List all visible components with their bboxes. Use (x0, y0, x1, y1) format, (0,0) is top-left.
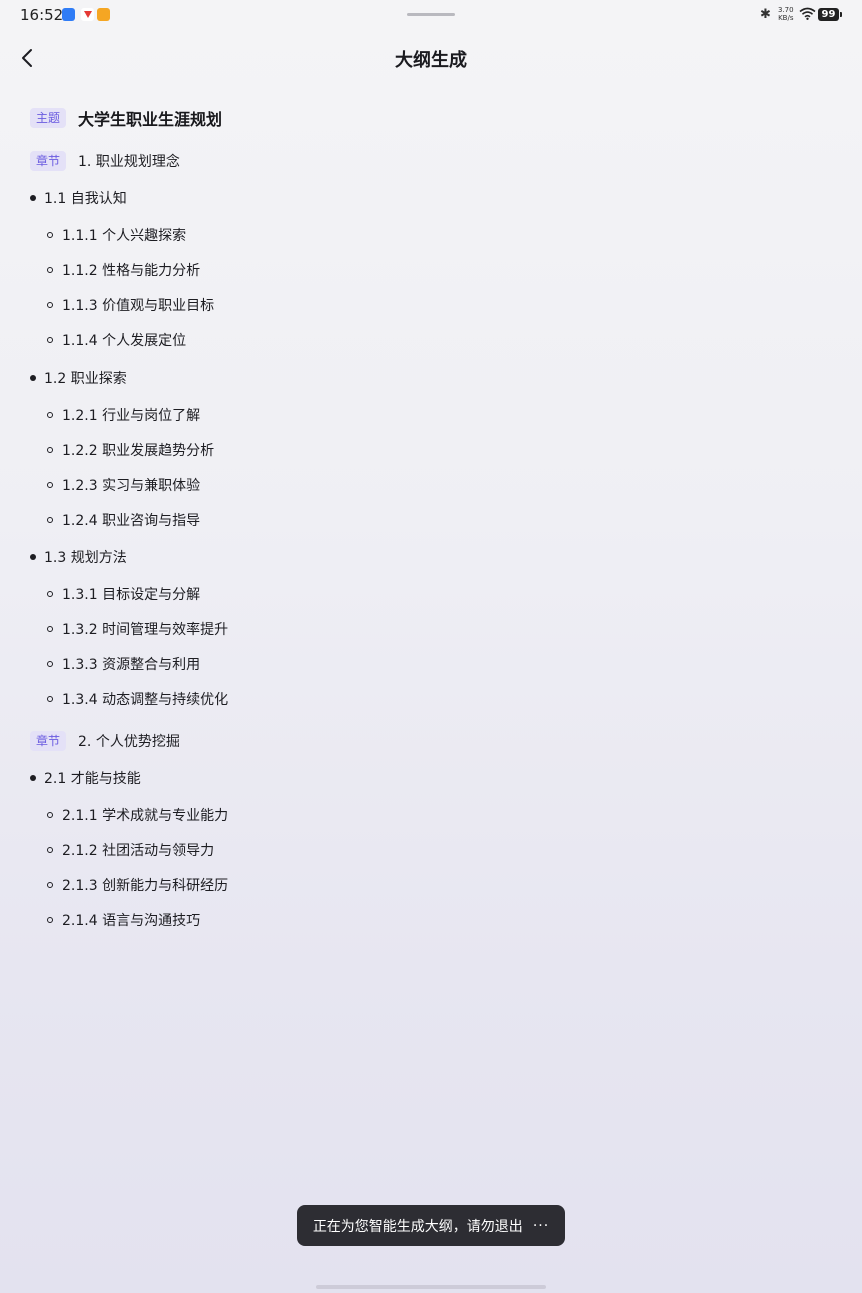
bullet-circle-icon (47, 447, 53, 453)
topic-tag: 主题 (30, 108, 67, 128)
subsection-title: 1.3.1 目标设定与分解 (62, 587, 201, 603)
outline-subsection: 1.3.1 目标设定与分解 (47, 582, 200, 606)
subsection-title: 2.1.4 语言与沟通技巧 (62, 913, 201, 929)
bullet-dot-icon (30, 554, 36, 560)
outline-section: 1.2 职业探索 (30, 366, 127, 390)
outline-subsection: 2.1.1 学术成就与专业能力 (47, 803, 228, 827)
status-bar: 16:52 ✱ 3.70 KB/s 99 (0, 0, 862, 30)
toast-message: 正在为您智能生成大纲，请勿退出 (312, 1218, 523, 1235)
bullet-circle-icon (47, 302, 53, 308)
subsection-title: 1.2.2 职业发展趋势分析 (62, 443, 215, 459)
outline-subsection: 1.2.2 职业发展趋势分析 (47, 438, 214, 462)
network-speed-value: 3.70 (778, 6, 794, 14)
bullet-dot-icon (30, 375, 36, 381)
outline-section: 1.3 规划方法 (30, 545, 127, 569)
subsection-title: 1.2.3 实习与兼职体验 (62, 478, 201, 494)
tools-notification-icon (97, 8, 110, 21)
bullet-circle-icon (47, 696, 53, 702)
app-notification-icon (81, 8, 94, 21)
outline-subsection: 2.1.2 社团活动与领导力 (47, 838, 214, 862)
bullet-circle-icon (47, 917, 53, 923)
page-title: 大纲生成 (395, 50, 467, 71)
bluetooth-icon: ✱ (760, 7, 771, 22)
subsection-title: 2.1.3 创新能力与科研经历 (62, 878, 229, 894)
outline-subsection: 1.1.3 价值观与职业目标 (47, 293, 214, 317)
subsection-title: 1.2.4 职业咨询与指导 (62, 513, 201, 529)
bullet-circle-icon (47, 882, 53, 888)
outline-subsection: 1.3.4 动态调整与持续优化 (47, 687, 228, 711)
section-title: 1.3 规划方法 (44, 550, 127, 566)
outline-topic: 主题 大学生职业生涯规划 (30, 106, 222, 130)
bullet-circle-icon (47, 337, 53, 343)
status-time: 16:52 (20, 6, 64, 24)
bullet-circle-icon (47, 232, 53, 238)
network-speed-unit: KB/s (778, 14, 794, 22)
subsection-title: 1.1.3 价值观与职业目标 (62, 298, 215, 314)
wifi-icon (799, 7, 816, 20)
outline-subsection: 1.1.2 性格与能力分析 (47, 258, 200, 282)
loading-dots-icon: ··· (532, 1217, 550, 1234)
chapter-tag: 章节 (30, 151, 67, 171)
bullet-circle-icon (47, 482, 53, 488)
outline-subsection: 1.2.1 行业与岗位了解 (47, 403, 200, 427)
outline-subsection: 1.1.4 个人发展定位 (47, 328, 186, 352)
subsection-title: 2.1.1 学术成就与专业能力 (62, 808, 229, 824)
chapter-title: 1. 职业规划理念 (78, 154, 180, 170)
subsection-title: 1.2.1 行业与岗位了解 (62, 408, 201, 424)
bullet-dot-icon (30, 775, 36, 781)
section-title: 1.2 职业探索 (44, 371, 127, 387)
topic-title: 大学生职业生涯规划 (78, 110, 223, 129)
chapter-title: 2. 个人优势挖掘 (78, 734, 180, 750)
section-title: 2.1 才能与技能 (44, 771, 141, 787)
bullet-circle-icon (47, 591, 53, 597)
network-speed: 3.70 KB/s (778, 6, 794, 22)
subsection-title: 1.3.3 资源整合与利用 (62, 657, 201, 673)
outline-chapter: 章节 1. 职业规划理念 (30, 149, 180, 173)
outline-chapter: 章节 2. 个人优势挖掘 (30, 729, 180, 753)
generating-toast: 正在为您智能生成大纲，请勿退出 ··· (297, 1205, 565, 1246)
bullet-circle-icon (47, 517, 53, 523)
subsection-title: 1.1.2 性格与能力分析 (62, 263, 201, 279)
outline-subsection: 1.3.3 资源整合与利用 (47, 652, 200, 676)
mail-notification-icon (62, 8, 75, 21)
bullet-circle-icon (47, 412, 53, 418)
bullet-circle-icon (47, 661, 53, 667)
outline-subsection: 2.1.3 创新能力与科研经历 (47, 873, 228, 897)
battery-indicator: 99 (818, 8, 842, 21)
outline-subsection: 1.2.4 职业咨询与指导 (47, 508, 200, 532)
bullet-circle-icon (47, 847, 53, 853)
bullet-dot-icon (30, 195, 36, 201)
outline-section: 2.1 才能与技能 (30, 766, 141, 790)
outline-subsection: 1.2.3 实习与兼职体验 (47, 473, 200, 497)
chapter-tag: 章节 (30, 731, 67, 751)
subsection-title: 1.3.4 动态调整与持续优化 (62, 692, 229, 708)
top-drag-handle[interactable] (407, 13, 455, 16)
subsection-title: 1.1.1 个人兴趣探索 (62, 228, 187, 244)
home-indicator[interactable] (316, 1285, 546, 1289)
subsection-title: 1.3.2 时间管理与效率提升 (62, 622, 229, 638)
outline-section: 1.1 自我认知 (30, 186, 127, 210)
outline-subsection: 2.1.4 语言与沟通技巧 (47, 908, 200, 932)
outline-subsection: 1.1.1 个人兴趣探索 (47, 223, 186, 247)
bullet-circle-icon (47, 626, 53, 632)
subsection-title: 2.1.2 社团活动与领导力 (62, 843, 215, 859)
bullet-circle-icon (47, 812, 53, 818)
subsection-title: 1.1.4 个人发展定位 (62, 333, 187, 349)
section-title: 1.1 自我认知 (44, 191, 127, 207)
outline-subsection: 1.3.2 时间管理与效率提升 (47, 617, 228, 641)
bullet-circle-icon (47, 267, 53, 273)
